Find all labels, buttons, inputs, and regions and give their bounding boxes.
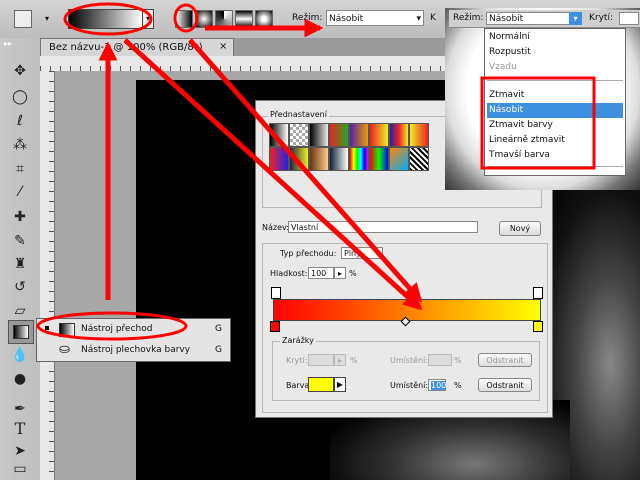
annotation-ellipse-gradient-picker bbox=[63, 2, 153, 36]
annotation-ellipse-gradient-tool bbox=[36, 311, 188, 341]
annotation-arrow-up-head bbox=[98, 41, 118, 61]
annotation-ellipse-linear-gradient bbox=[173, 3, 199, 33]
annotation-arrow-right-head bbox=[304, 18, 324, 38]
annotation-arrow-editor-2 bbox=[188, 38, 422, 302]
annotation-overlay bbox=[36, 2, 596, 341]
annotation-rect-blend-modes bbox=[480, 76, 596, 170]
annotation-arrow-editor-1 bbox=[123, 38, 422, 310]
